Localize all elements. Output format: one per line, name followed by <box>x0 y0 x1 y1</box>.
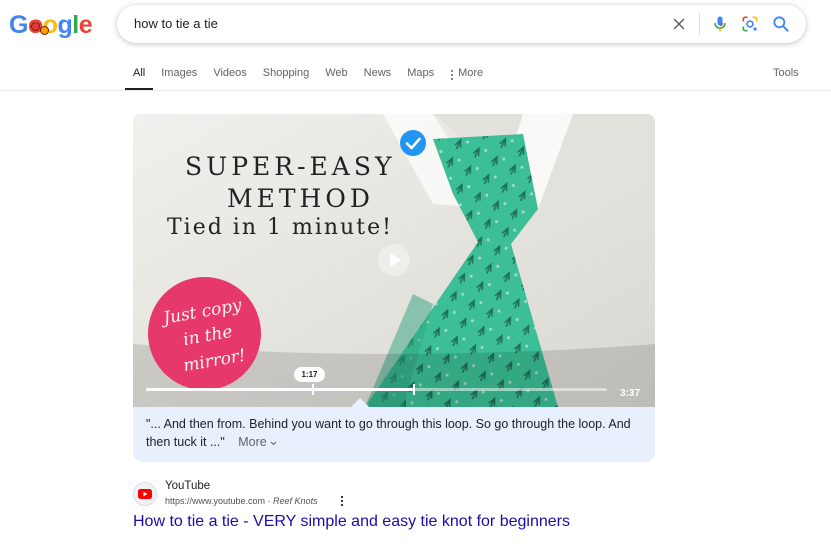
result-site-name[interactable]: YouTube <box>165 480 210 492</box>
close-icon[interactable] <box>670 15 688 33</box>
microphone-icon[interactable] <box>710 14 730 34</box>
camera-lens-icon[interactable] <box>740 14 760 34</box>
vertical-dots-icon <box>451 70 454 80</box>
transcript-text: "... And then from. Behind you want to g… <box>146 417 631 449</box>
video-player[interactable]: SUPER-EASY METHOD Tied in 1 minute! Just… <box>133 114 655 407</box>
logo-letter-e: e <box>78 10 93 39</box>
chevron-down-icon <box>270 441 277 446</box>
result-url[interactable]: https://www.youtube.com · Reef Knots <box>165 496 318 506</box>
result-title-link[interactable]: How to tie a tie - VERY simple and easy … <box>133 513 570 531</box>
playhead-marker[interactable] <box>311 384 314 395</box>
search-box[interactable]: how to tie a tie <box>117 5 806 43</box>
key-moment-marker <box>413 384 416 395</box>
tab-videos[interactable]: Videos <box>205 62 254 90</box>
transcript-snippet: "... And then from. Behind you want to g… <box>133 407 655 462</box>
logo-letter-g2: g <box>57 10 73 39</box>
logo-letter-o2: o <box>42 10 58 39</box>
google-logo[interactable]: G o o g l e <box>9 10 93 40</box>
checkmark-badge-icon <box>400 130 426 156</box>
video-progress-bar[interactable] <box>146 384 607 395</box>
search-input[interactable]: how to tie a tie <box>134 16 218 31</box>
search-divider <box>699 13 700 35</box>
vertical-dots-icon[interactable] <box>338 495 346 507</box>
tools-button[interactable]: Tools <box>773 67 799 79</box>
current-time-bubble: 1:17 <box>294 367 325 382</box>
progress-fill <box>146 388 414 391</box>
play-icon[interactable] <box>377 243 411 277</box>
transcript-pointer <box>351 398 369 407</box>
header-divider <box>0 90 831 91</box>
tab-images[interactable]: Images <box>153 62 205 90</box>
video-headline-1: SUPER-EASY <box>185 152 396 181</box>
ladybug-doodle-icon <box>40 26 49 35</box>
result-channel: Reef Knots <box>273 496 318 506</box>
tab-all[interactable]: All <box>125 62 154 90</box>
tab-shopping[interactable]: Shopping <box>255 62 318 90</box>
logo-letter-g: G <box>9 10 28 39</box>
youtube-favicon[interactable] <box>133 482 157 506</box>
transcript-more-button[interactable]: More <box>238 435 277 449</box>
magnifier-icon[interactable] <box>771 14 791 34</box>
search-tabs: All Images Videos Shopping Web News Maps… <box>125 62 491 90</box>
video-headline-2: METHOD <box>227 184 374 213</box>
result-url-text: https://www.youtube.com <box>165 496 266 506</box>
video-headline-3: Tied in 1 minute! <box>167 215 393 240</box>
more-label: More <box>238 435 267 449</box>
youtube-icon <box>138 489 152 499</box>
tab-more[interactable]: More <box>442 62 491 90</box>
ladybug-doodle-icon <box>31 22 40 31</box>
tab-web[interactable]: Web <box>317 62 355 90</box>
tab-more-label: More <box>458 67 484 79</box>
tab-maps[interactable]: Maps <box>399 62 442 90</box>
tab-news[interactable]: News <box>356 62 400 90</box>
video-duration: 3:37 <box>620 388 641 399</box>
url-separator: · <box>265 496 274 506</box>
